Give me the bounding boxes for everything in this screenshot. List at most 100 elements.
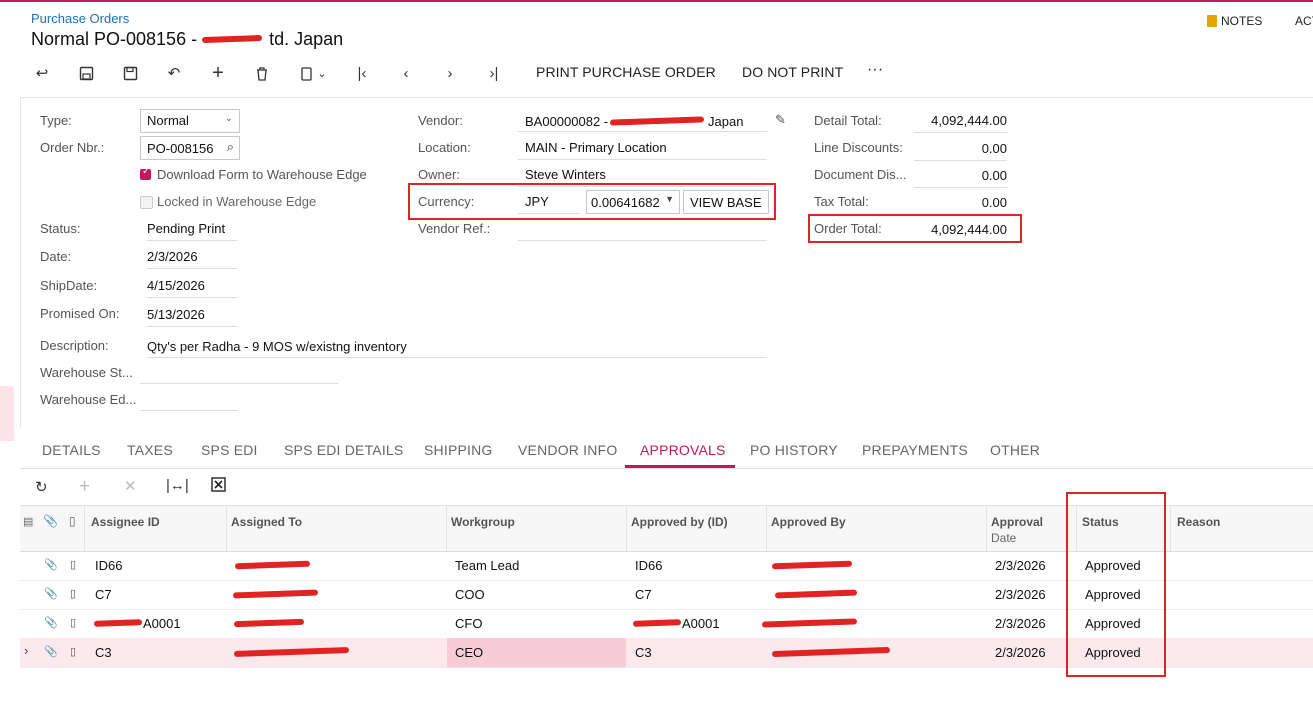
col-assigned-to[interactable]: Assigned To: [231, 514, 302, 530]
currency-field[interactable]: JPY: [518, 194, 580, 214]
tab-vendor-info[interactable]: VENDOR INFO: [518, 442, 617, 458]
date-field[interactable]: 2/3/2026: [147, 249, 237, 269]
add-row-icon[interactable]: +: [79, 476, 90, 498]
redacted-approver-prefix: [632, 619, 682, 627]
cell-approval-date[interactable]: 2/3/2026: [995, 587, 1046, 602]
shipdate-field[interactable]: 4/15/2026: [147, 278, 237, 298]
col-approved-by[interactable]: Approved By: [771, 514, 846, 530]
delete-row-icon[interactable]: ✕: [124, 477, 137, 495]
document-dis-value: 0.00: [914, 168, 1007, 188]
cell-approval-date[interactable]: 2/3/2026: [995, 645, 1046, 660]
previous-record-icon[interactable]: ‹: [396, 63, 416, 83]
save-icon[interactable]: [120, 63, 140, 83]
print-purchase-order-button[interactable]: PRINT PURCHASE ORDER: [536, 64, 716, 80]
redacted-approved-by: [761, 618, 858, 628]
search-icon[interactable]: ⌕: [227, 139, 234, 155]
cell-approved-by-id[interactable]: C3: [635, 645, 652, 660]
tab-bar: DETAILS TAXES SPS EDI SPS EDI DETAILS SH…: [20, 438, 1313, 469]
back-icon[interactable]: ↩: [32, 63, 52, 83]
tab-po-history[interactable]: PO HISTORY: [750, 442, 838, 458]
copy-paste-icon[interactable]: [296, 63, 316, 83]
notes-button[interactable]: NOTES: [1207, 14, 1262, 28]
edit-pencil-icon[interactable]: ✎: [775, 112, 786, 128]
add-icon[interactable]: +: [208, 62, 228, 84]
tab-sps-edi[interactable]: SPS EDI: [201, 442, 258, 458]
tab-prepayments[interactable]: PREPAYMENTS: [862, 442, 968, 458]
attachment-icon[interactable]: 📎: [44, 616, 58, 629]
location-field[interactable]: MAIN - Primary Location: [518, 140, 767, 160]
note-icon[interactable]: ▯: [70, 616, 76, 629]
promised-field[interactable]: 5/13/2026: [147, 307, 237, 327]
first-record-icon[interactable]: |‹: [352, 63, 372, 83]
tab-taxes[interactable]: TAXES: [127, 442, 173, 458]
note-icon[interactable]: ▯: [70, 645, 76, 658]
shipdate-label: ShipDate:: [40, 278, 98, 293]
fit-columns-icon[interactable]: |↔|: [166, 477, 189, 494]
cell-workgroup[interactable]: CFO: [455, 616, 482, 631]
cell-assignee-id[interactable]: C3: [95, 645, 112, 660]
activities-button[interactable]: ACT: [1295, 14, 1313, 28]
tab-shipping[interactable]: SHIPPING: [424, 442, 493, 458]
last-record-icon[interactable]: ›|: [484, 63, 504, 83]
order-nbr-field[interactable]: PO-008156 ⌕: [140, 136, 240, 160]
attachment-icon[interactable]: 📎: [44, 587, 58, 600]
tab-details[interactable]: DETAILS: [42, 442, 101, 458]
status-value: Pending Print: [147, 221, 237, 241]
cell-approval-date[interactable]: 2/3/2026: [995, 558, 1046, 573]
cell-assignee-id[interactable]: C7: [95, 587, 112, 602]
col-workgroup[interactable]: Workgroup: [451, 514, 515, 530]
next-record-icon[interactable]: ›: [440, 63, 460, 83]
cell-workgroup[interactable]: COO: [455, 587, 485, 602]
tab-sps-edi-details[interactable]: SPS EDI DETAILS: [284, 442, 403, 458]
do-not-print-button[interactable]: DO NOT PRINT: [742, 64, 843, 80]
detail-total-value: 4,092,444.00: [914, 113, 1007, 133]
line-discounts-label: Line Discounts:: [814, 140, 903, 155]
note-icon[interactable]: ▯: [70, 558, 76, 571]
vendor-field[interactable]: BA00000082 - Japan: [518, 111, 767, 132]
vendor-ref-field[interactable]: [518, 221, 767, 241]
tab-approvals[interactable]: APPROVALS: [640, 442, 726, 458]
description-label: Description:: [40, 338, 109, 353]
col-approved-by-id[interactable]: Approved by (ID): [631, 514, 728, 530]
breadcrumb[interactable]: Purchase Orders: [31, 11, 129, 26]
redacted-approved-by: [771, 646, 891, 658]
attachment-icon[interactable]: 📎: [44, 645, 58, 658]
currency-label: Currency:: [418, 194, 475, 209]
notes-icon: [1207, 15, 1217, 27]
title-prefix: Normal PO-008156 -: [31, 29, 198, 49]
more-menu-icon[interactable]: ···: [867, 61, 883, 79]
chevron-down-icon: ⌄: [224, 113, 233, 124]
redacted-approved-by: [774, 589, 858, 599]
tab-other[interactable]: OTHER: [990, 442, 1040, 458]
description-field[interactable]: Qty's per Radha - 9 MOS w/existng invent…: [147, 339, 767, 358]
checkbox-unchecked-icon: [140, 196, 153, 209]
cell-workgroup[interactable]: CEO: [455, 645, 483, 660]
undo-icon[interactable]: ↶: [164, 63, 184, 83]
view-base-button[interactable]: VIEW BASE: [683, 190, 769, 214]
cell-assignee-id[interactable]: A0001: [143, 616, 181, 631]
row-selector-icon[interactable]: ▤: [23, 515, 33, 528]
chevron-down-icon[interactable]: ⌄: [316, 63, 328, 83]
cell-approved-by-id[interactable]: ID66: [635, 558, 662, 573]
col-assignee-id[interactable]: Assignee ID: [91, 514, 160, 530]
tax-total-value: 0.00: [914, 195, 1007, 215]
save-and-close-icon[interactable]: [76, 63, 96, 83]
warehouse-ed-field[interactable]: [140, 391, 238, 411]
cell-approved-by-id[interactable]: C7: [635, 587, 652, 602]
type-select[interactable]: Normal ⌄: [140, 109, 240, 133]
warehouse-st-field[interactable]: [140, 364, 338, 384]
cell-approved-by-id[interactable]: A0001: [682, 616, 720, 631]
export-excel-icon[interactable]: [211, 477, 226, 496]
delete-icon[interactable]: [252, 63, 272, 83]
redacted-assigned-to: [232, 589, 319, 599]
cell-workgroup[interactable]: Team Lead: [455, 558, 519, 573]
note-icon[interactable]: ▯: [70, 587, 76, 600]
attachment-icon[interactable]: 📎: [44, 558, 58, 571]
left-edge-tab[interactable]: [0, 386, 14, 441]
cell-assignee-id[interactable]: ID66: [95, 558, 122, 573]
currency-rate-select[interactable]: 0.00641682 ▼: [586, 190, 680, 214]
col-approval-date[interactable]: Approval Date: [991, 514, 1043, 546]
cell-approval-date[interactable]: 2/3/2026: [995, 616, 1046, 631]
col-reason[interactable]: Reason: [1177, 514, 1220, 530]
refresh-icon[interactable]: ↻: [35, 478, 48, 496]
